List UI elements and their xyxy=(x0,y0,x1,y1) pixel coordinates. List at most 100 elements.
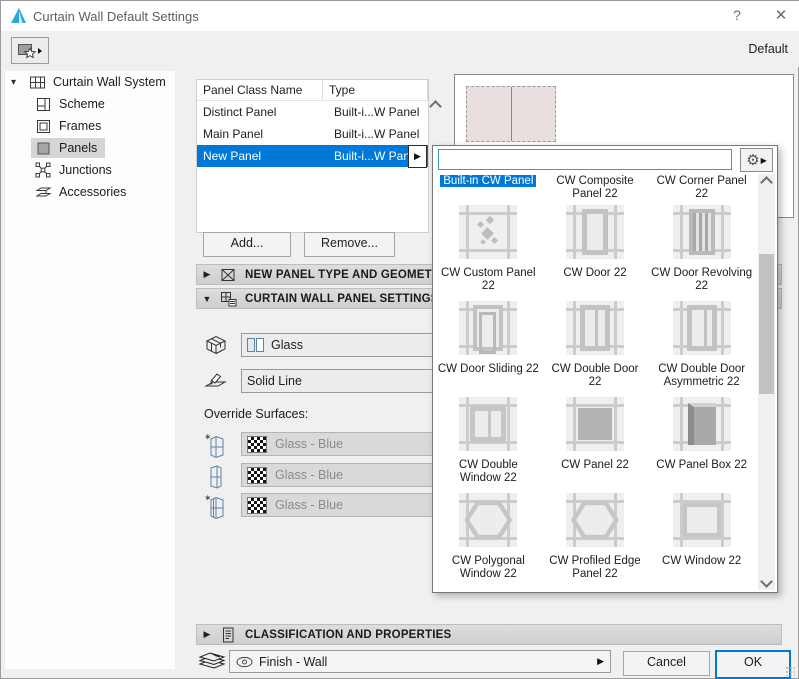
surface-swatch xyxy=(247,436,267,453)
cw-double-door-icon xyxy=(566,301,624,355)
panel-type-label: CW Custom Panel 22 xyxy=(435,267,542,293)
sidebar-item-junctions[interactable]: Junctions xyxy=(31,159,175,181)
table-scrollbar-up-icon[interactable] xyxy=(431,100,440,114)
panel-type-item-cw-door-revolving-22[interactable]: CW Door Revolving 22 xyxy=(648,205,755,301)
favorite-star-icon xyxy=(17,42,43,60)
panel-type-label: CW Polygonal Window 22 xyxy=(435,555,542,581)
panel-class-name-cell: Main Panel xyxy=(197,127,328,141)
panels-icon xyxy=(33,140,53,156)
panel-type-item-cw-custom-panel-22[interactable]: CW Custom Panel 22 xyxy=(435,205,542,301)
column-panel-class-name[interactable]: Panel Class Name xyxy=(197,80,323,100)
cancel-button[interactable]: Cancel xyxy=(623,651,710,676)
section-title: NEW PANEL TYPE AND GEOMETRY xyxy=(245,269,448,281)
accessories-icon xyxy=(33,184,53,200)
curtain-wall-system-icon xyxy=(27,74,47,90)
ok-button[interactable]: OK xyxy=(715,650,791,679)
scrollbar-thumb[interactable] xyxy=(759,254,774,394)
table-row-distinct-panel[interactable]: Distinct PanelBuilt-i...W Panel xyxy=(197,101,428,123)
panel-type-cell: Built-i...W Panel xyxy=(328,105,428,119)
section-classification[interactable]: ▶ CLASSIFICATION AND PROPERTIES xyxy=(196,624,782,645)
surface-value: Glass - Blue xyxy=(275,498,343,512)
add-button[interactable]: Add... xyxy=(203,232,291,257)
sidebar-item-label: Frames xyxy=(59,119,101,133)
table-row-main-panel[interactable]: Main PanelBuilt-i...W Panel xyxy=(197,123,428,145)
panel-settings-icon xyxy=(217,291,239,307)
surface-swatch xyxy=(247,497,267,514)
popup-settings-button[interactable]: ⚙▶ xyxy=(740,148,773,172)
panel-type-item-cw-door-22[interactable]: CW Door 22 xyxy=(542,205,649,301)
panel-type-item-cw-double-window-22[interactable]: CW Double Window 22 xyxy=(435,397,542,493)
panel-class-name-cell: New Panel xyxy=(197,149,328,163)
section-title: CURTAIN WALL PANEL SETTINGS xyxy=(245,293,439,305)
panel-type-label: CW Corner Panel 22 xyxy=(648,175,755,201)
panel-type-label: CW Panel 22 xyxy=(542,459,649,472)
layer-combo[interactable]: Finish - Wall ▶ xyxy=(229,650,611,673)
svg-text:✶: ✶ xyxy=(204,432,212,442)
panel-type-label: Built-in CW Panel xyxy=(435,175,542,188)
popup-scrollbar[interactable] xyxy=(758,174,775,590)
favorites-button[interactable] xyxy=(11,37,49,64)
settings-tree: ▾Curtain Wall SystemScheme Frames Panels Ju… xyxy=(5,71,175,669)
panel-type-popup: ⚙▶ Built-in CW PanelCW Composite Panel 2… xyxy=(432,145,778,593)
sidebar-item-frames[interactable]: Frames xyxy=(31,115,175,137)
preview-panel-rect xyxy=(466,86,556,142)
panel-type-item-cw-composite-panel-22[interactable]: CW Composite Panel 22 xyxy=(542,174,649,205)
cw-door-sliding-icon xyxy=(459,301,517,355)
type-expand-button[interactable]: ▶ xyxy=(408,145,427,168)
panel-type-item-cw-corner-panel-22[interactable]: CW Corner Panel 22 xyxy=(648,174,755,205)
panel-type-item-built-in-cw-panel[interactable]: Built-in CW Panel xyxy=(435,174,542,205)
panel-class-table: Panel Class Name Type Distinct PanelBuil… xyxy=(196,79,429,233)
remove-button[interactable]: Remove... xyxy=(304,232,395,257)
junctions-icon xyxy=(33,162,53,178)
column-type[interactable]: Type xyxy=(323,80,428,100)
panel-search-input[interactable] xyxy=(438,149,732,170)
surface-edge-icon xyxy=(202,462,230,490)
panel-type-item-cw-door-sliding-22[interactable]: CW Door Sliding 22 xyxy=(435,301,542,397)
panel-type-item-cw-panel-22[interactable]: CW Panel 22 xyxy=(542,397,649,493)
sidebar-item-label: Junctions xyxy=(59,163,112,177)
table-header: Panel Class Name Type xyxy=(197,80,428,101)
panel-type-label: CW Panel Box 22 xyxy=(648,459,755,472)
cw-polygonal-window-icon xyxy=(459,493,517,547)
gear-icon: ⚙ xyxy=(746,151,759,169)
panel-type-item-cw-double-door-22[interactable]: CW Double Door 22 xyxy=(542,301,649,397)
table-row-new-panel[interactable]: New PanelBuilt-i...W Panel▶ xyxy=(197,145,428,167)
scroll-up-icon[interactable] xyxy=(758,174,775,191)
panel-type-label: CW Composite Panel 22 xyxy=(542,175,649,201)
resize-grip[interactable] xyxy=(785,666,795,676)
sidebar-item-panels[interactable]: Panels xyxy=(31,137,175,159)
sidebar-item-scheme[interactable]: Scheme xyxy=(31,93,175,115)
sidebar-item-accessories[interactable]: Accessories xyxy=(31,181,175,203)
panel-geometry-icon xyxy=(217,267,239,283)
surface-exterior-icon: ✶ xyxy=(202,431,230,459)
close-icon[interactable]: ✕ xyxy=(761,1,799,30)
panel-type-label: CW Double Door Asymmetric 22 xyxy=(648,363,755,389)
panel-type-label: CW Door 22 xyxy=(542,267,649,280)
panel-type-label: CW Door Sliding 22 xyxy=(435,363,542,376)
layer-icon xyxy=(198,649,226,672)
tree-expand-chevron-icon[interactable]: ▾ xyxy=(11,77,25,88)
panel-type-item-cw-profiled-edge-panel-22[interactable]: ICW Profiled Edge Panel 22 xyxy=(542,493,649,589)
panel-type-item-cw-double-door-asymmetric-22[interactable]: CW Double Door Asymmetric 22 xyxy=(648,301,755,397)
section-title: CLASSIFICATION AND PROPERTIES xyxy=(245,629,451,641)
surface-value: Glass - Blue xyxy=(275,437,343,451)
panel-type-label: CW Window 22 xyxy=(648,555,755,568)
panel-type-label: CW Door Revolving 22 xyxy=(648,267,755,293)
scroll-down-icon[interactable] xyxy=(758,573,775,590)
panel-type-item-cw-polygonal-window-22[interactable]: CW Polygonal Window 22 xyxy=(435,493,542,589)
panel-type-cell: Built-i...W Panel xyxy=(328,127,428,141)
panel-type-item-cw-panel-box-22[interactable]: CW Panel Box 22 xyxy=(648,397,755,493)
scheme-icon xyxy=(33,96,53,112)
override-surfaces-label: Override Surfaces: xyxy=(204,407,308,421)
surface-value: Glass - Blue xyxy=(275,468,343,482)
cw-profiled-edge-panel-icon: I xyxy=(566,493,624,547)
help-button[interactable]: ? xyxy=(717,1,757,30)
sidebar-item-label: Accessories xyxy=(59,185,126,199)
surface-swatch xyxy=(247,467,267,484)
panel-type-item-cw-window-22[interactable]: CW Window 22 xyxy=(648,493,755,589)
collapsed-triangle-icon: ▶ xyxy=(197,629,217,640)
collapsed-triangle-icon: ▶ xyxy=(197,269,217,280)
layer-value: Finish - Wall xyxy=(259,655,327,669)
sidebar-item-curtain-wall-system[interactable]: ▾Curtain Wall System xyxy=(11,71,175,93)
panel-type-label: CW Double Door 22 xyxy=(542,363,649,389)
